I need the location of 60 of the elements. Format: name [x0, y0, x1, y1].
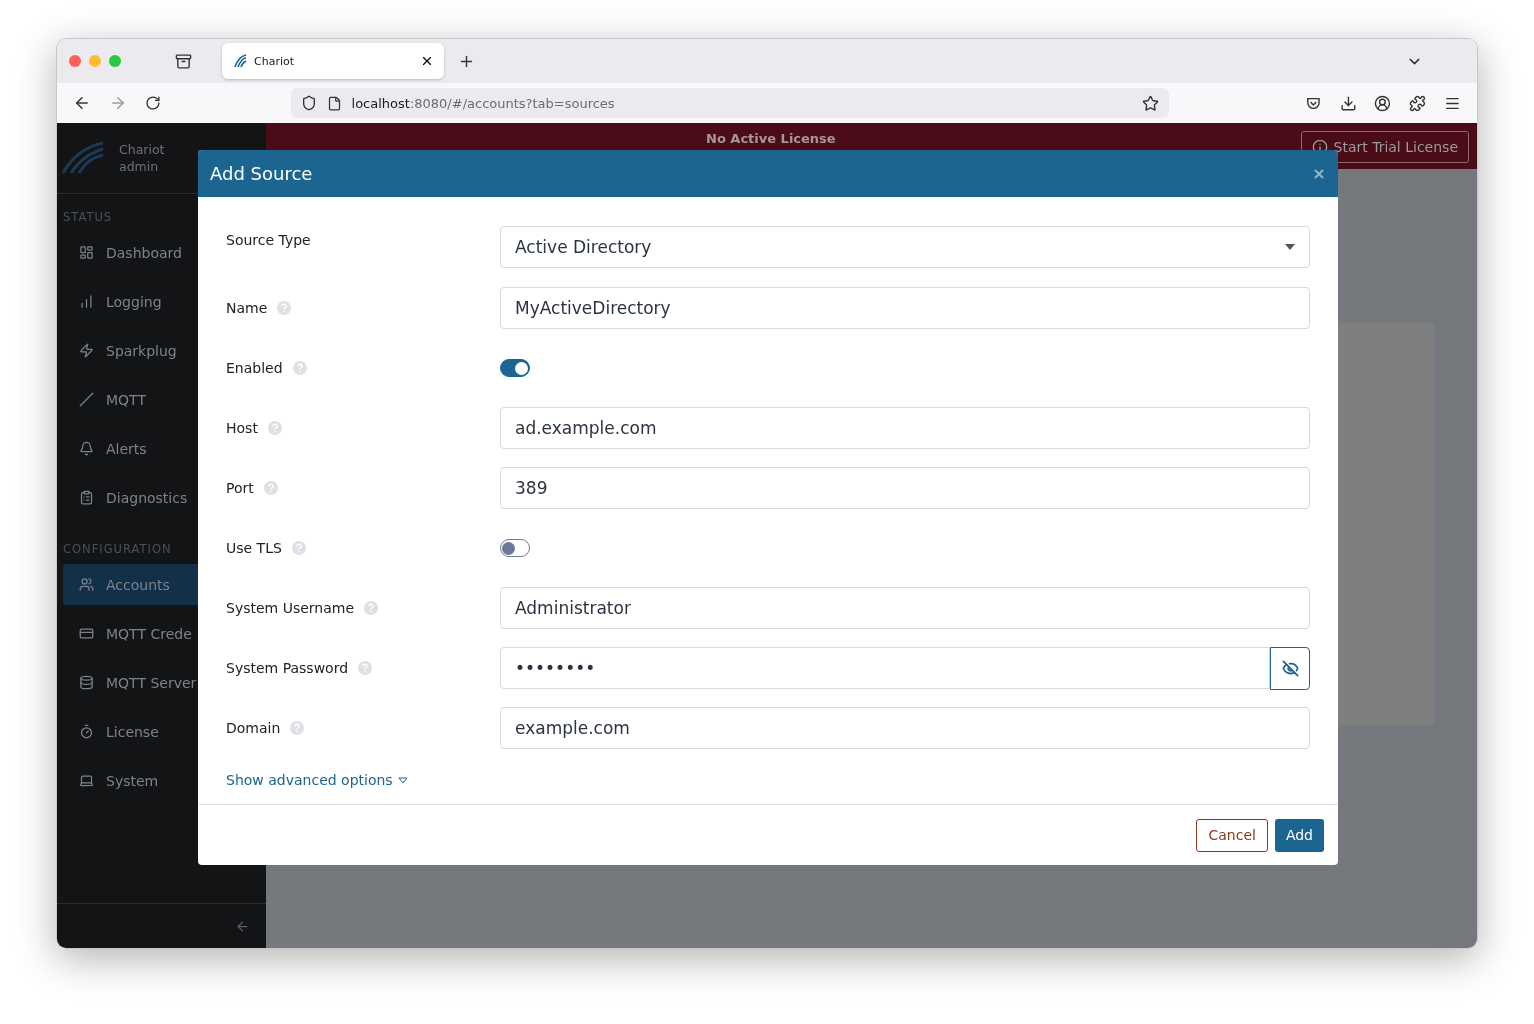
collapse-icon[interactable]: [235, 918, 250, 934]
laptop-icon: [79, 773, 94, 788]
input-field[interactable]: ad.example.com: [500, 407, 1310, 449]
field-label: Source Type: [226, 232, 311, 248]
add-button[interactable]: Add: [1274, 818, 1324, 852]
card-icon: [79, 626, 94, 641]
input-field[interactable]: 389: [500, 467, 1310, 509]
shield-icon: [300, 95, 317, 111]
logo-icon: [232, 53, 248, 69]
nav-item[interactable]: MQTT: [63, 379, 260, 420]
close-window-icon[interactable]: [69, 55, 81, 67]
slash-icon: [79, 392, 94, 407]
cancel-button[interactable]: Cancel: [1196, 818, 1268, 852]
url-text: localhost:8080/#/accounts?tab=sources: [351, 95, 616, 111]
field-label: Use TLS: [226, 540, 282, 556]
dashboard-icon: [79, 245, 94, 260]
browser-tab[interactable]: Chariot: [222, 43, 444, 79]
source-type-select[interactable]: Active Directory: [500, 226, 1310, 268]
show-advanced-link[interactable]: Show advanced options: [226, 772, 408, 788]
reload-icon[interactable]: [144, 95, 161, 111]
download-icon[interactable]: [1339, 94, 1357, 112]
address-bar[interactable]: localhost:8080/#/accounts?tab=sources: [290, 88, 1169, 118]
account-icon[interactable]: [1374, 94, 1392, 112]
tab-title: Chariot: [254, 54, 295, 68]
field-label: Enabled: [226, 360, 283, 376]
password-field[interactable]: ••••••••: [500, 646, 1270, 689]
logo-icon: [61, 141, 105, 175]
field-label: Port: [226, 480, 254, 496]
bell-icon: [79, 441, 94, 456]
dialog-title: Add Source: [210, 163, 313, 184]
close-button[interactable]: [1312, 166, 1326, 181]
toggle-switch[interactable]: [500, 359, 530, 377]
page-icon: [326, 95, 342, 111]
field-label: System Password: [226, 660, 349, 676]
caret-icon: [397, 776, 408, 784]
extensions-icon[interactable]: [1409, 94, 1427, 112]
tab-manager-icon[interactable]: [175, 52, 192, 70]
caret-icon: [1285, 244, 1295, 250]
timer-icon: [79, 724, 94, 739]
back-icon[interactable]: [73, 94, 91, 112]
toggle-switch[interactable]: [500, 539, 530, 557]
field-label: Host: [226, 420, 258, 436]
input-field[interactable]: example.com: [500, 707, 1310, 749]
bar-chart-icon: [79, 294, 94, 309]
input-field[interactable]: MyActiveDirectory: [500, 287, 1310, 329]
input-field[interactable]: Administrator: [500, 587, 1310, 629]
toggle-visibility-button[interactable]: [1270, 646, 1310, 690]
lightning-icon: [79, 343, 94, 358]
field-label: Name: [226, 300, 268, 316]
brand-text: Chariot admin: [119, 141, 165, 175]
section-heading: CONFIGURATION: [63, 542, 172, 556]
field-label: Domain: [226, 720, 281, 736]
banner-message: No Active License: [706, 131, 836, 147]
bookmark-star-icon[interactable]: [1141, 94, 1159, 112]
clipboard-icon: [79, 490, 94, 505]
eye-off-icon: [1281, 659, 1299, 677]
section-heading: STATUS: [63, 210, 113, 224]
close-tab-icon[interactable]: [420, 54, 434, 68]
database-icon: [79, 675, 94, 690]
users-icon: [79, 577, 94, 592]
